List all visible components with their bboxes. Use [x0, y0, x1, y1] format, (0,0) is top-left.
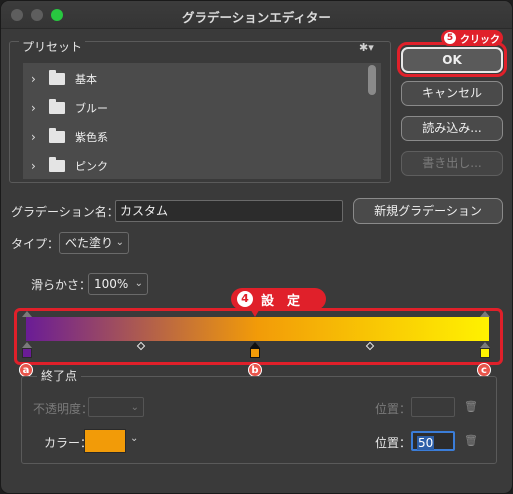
delete-opacity-stop-icon[interactable]: 🗑 — [464, 400, 478, 413]
step-number: 4 — [237, 291, 253, 307]
settings-annotation-badge: 4 設 定 — [231, 288, 326, 310]
preset-list: › 基本 › ブルー › 紫色系 › ピンク — [23, 63, 381, 179]
folder-icon — [49, 98, 65, 114]
smoothness-label: 滑らかさ： — [31, 278, 92, 292]
settings-annotation-label: 設 定 — [261, 293, 301, 309]
click-annotation-badge: 5 クリック — [441, 30, 503, 46]
marker-b: b — [248, 363, 262, 377]
chevron-right-icon[interactable]: › — [31, 159, 39, 173]
chevron-right-icon[interactable]: › — [31, 130, 39, 144]
type-value: べた塗り — [65, 236, 114, 250]
click-annotation-label: クリック — [460, 34, 500, 46]
stop-color-swatch[interactable] — [84, 429, 126, 453]
preset-folder-item[interactable]: › ブルー — [23, 93, 363, 122]
chevron-down-icon: ⌄ — [130, 402, 139, 413]
gradient-name-input[interactable]: カスタム — [115, 200, 343, 222]
ok-button[interactable]: OK — [401, 47, 503, 73]
preset-folder-label: ピンク — [75, 159, 108, 173]
gradient-name-label: グラデーション名： — [11, 205, 119, 219]
new-gradient-button[interactable]: 新規グラデーション — [353, 198, 503, 224]
chevron-right-icon[interactable]: › — [31, 72, 39, 86]
preset-folder-item[interactable]: › 紫色系 — [23, 122, 363, 151]
preset-scrollbar[interactable] — [368, 65, 376, 95]
opacity-label: 不透明度： — [33, 402, 94, 416]
chevron-down-icon: ⌄ — [115, 237, 124, 248]
marker-a: a — [19, 363, 33, 377]
color-stop-selected[interactable] — [250, 348, 260, 358]
cancel-button[interactable]: キャンセル — [401, 81, 503, 106]
folder-icon — [49, 127, 65, 143]
type-label: タイプ： — [11, 237, 60, 251]
folder-icon — [49, 156, 65, 172]
endpoint-label: 終了点 — [37, 367, 82, 384]
opacity-location-label: 位置： — [375, 402, 412, 416]
preset-folder-label: 紫色系 — [75, 130, 108, 144]
opacity-input[interactable]: ⌄ — [88, 397, 144, 417]
preset-folder-label: ブルー — [75, 101, 108, 115]
color-location-input[interactable]: 50 — [411, 431, 455, 451]
smoothness-dropdown[interactable]: 100% ⌄ — [88, 273, 148, 295]
chevron-down-icon[interactable]: ⌄ — [130, 433, 138, 444]
gear-icon[interactable]: ✱▾ — [359, 41, 374, 54]
title-bar: グラデーションエディター — [1, 1, 512, 29]
load-button[interactable]: 読み込み... — [401, 116, 503, 141]
smoothness-value: 100% — [94, 277, 129, 291]
preset-folder-item[interactable]: › ピンク — [23, 151, 363, 179]
gradient-editor-window: グラデーションエディター プリセット ✱▾ › 基本 › ブルー › 紫色系 ›… — [0, 0, 513, 494]
color-stop[interactable] — [480, 348, 490, 358]
window-title: グラデーションエディター — [182, 10, 331, 25]
preset-folder-item[interactable]: › 基本 — [23, 64, 363, 93]
opacity-location-input[interactable] — [411, 397, 455, 417]
chevron-down-icon: ⌄ — [134, 278, 143, 289]
presets-label: プリセット — [19, 38, 86, 55]
delete-color-stop-icon[interactable]: 🗑 — [464, 434, 478, 447]
marker-c: c — [477, 363, 491, 377]
folder-icon — [49, 69, 65, 85]
color-location-label: 位置： — [375, 436, 412, 450]
gradient-preview-bar[interactable] — [26, 317, 489, 341]
chevron-right-icon[interactable]: › — [31, 101, 39, 115]
color-location-value: 50 — [417, 436, 435, 450]
color-stop[interactable] — [22, 348, 32, 358]
save-button[interactable]: 書き出し... — [401, 151, 503, 176]
step-number: 5 — [444, 32, 456, 44]
type-dropdown[interactable]: べた塗り ⌄ — [59, 232, 129, 254]
preset-folder-label: 基本 — [75, 72, 97, 86]
